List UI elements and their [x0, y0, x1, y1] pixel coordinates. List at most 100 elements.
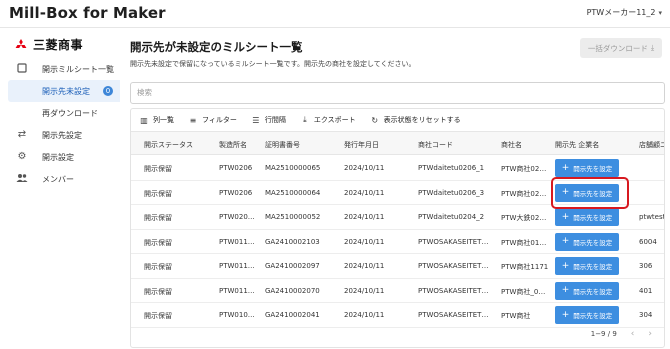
- column-header[interactable]: 開示先 企業名: [555, 140, 599, 150]
- data-grid: ▥ 列一覧 ≡ フィルター ☰ 行間隔 ⤓ エクスポート ↻ 表示状態をリセット…: [130, 108, 665, 348]
- export-button[interactable]: ⤓ エクスポート: [300, 115, 356, 125]
- set-disclosure-target-button[interactable]: + 開示先を設定: [555, 257, 619, 275]
- set-disclosure-target-button[interactable]: + 開示先を設定: [555, 232, 619, 251]
- sidebar-item-disclosure-settings[interactable]: ⚙ 開示設定: [0, 146, 120, 168]
- highlight-annotation: [551, 177, 629, 209]
- density-icon: ☰: [252, 115, 260, 125]
- top-bar: Mill-Box for Maker PTWメーカー11_2 ▾: [0, 0, 670, 28]
- cell-shop: 306: [639, 262, 653, 270]
- plus-icon: +: [561, 285, 570, 295]
- set-button-label: 開示先を設定: [573, 165, 613, 173]
- cell-trader: PTW商社01…: [501, 238, 547, 247]
- set-button-label: 開示先を設定: [573, 312, 613, 320]
- cell-date: 2024/10/11: [344, 262, 385, 270]
- cell-status: 開示保留: [144, 263, 172, 271]
- set-button-label: 開示先を設定: [573, 263, 613, 271]
- cell-status: 開示保留: [144, 189, 172, 198]
- cell-code: PTWOSAKASEITET…: [418, 286, 489, 295]
- sidebar-item-disclosed-list[interactable]: 開示ミルシート一覧: [0, 58, 120, 80]
- sidebar-item-label: 開示先設定: [42, 131, 82, 140]
- cell-code: PTWOSAKASEITET…: [418, 237, 489, 246]
- cell-maker: PTW010…: [219, 311, 255, 319]
- column-header[interactable]: 証明書番号: [265, 140, 300, 150]
- prev-page-icon[interactable]: ‹: [631, 329, 635, 339]
- search-input[interactable]: [137, 88, 658, 97]
- table-row[interactable]: 開示保留 PTW011… GA2410002097 2024/10/11 PTWOSAK…: [131, 254, 664, 279]
- cell-cert: GA2410002041: [265, 311, 320, 319]
- set-disclosure-target-button[interactable]: + 開示先を設定: [555, 281, 619, 300]
- set-disclosure-target-button[interactable]: + 開示先を設定: [555, 208, 619, 226]
- sidebar-item-label: 開示先未設定: [42, 87, 90, 96]
- set-button-label: 開示先を設定: [573, 287, 613, 296]
- filter-button[interactable]: ≡ フィルター: [188, 115, 237, 125]
- plus-icon: +: [561, 309, 570, 320]
- plus-icon: +: [561, 236, 570, 246]
- export-icon: ⤓: [303, 115, 307, 124]
- column-header[interactable]: 商社名: [501, 140, 522, 150]
- reset-view-button[interactable]: ↻ 表示状態をリセットする: [370, 115, 460, 125]
- table-row[interactable]: 開示保留 PTW011… GA2410002070 2024/10/11 PTWOSAK…: [131, 279, 664, 303]
- cell-code: PTWdaitetu0206_3: [418, 188, 485, 197]
- next-page-icon[interactable]: ›: [648, 329, 652, 339]
- sidebar-item-unset[interactable]: 開示先未設定 0: [8, 80, 120, 102]
- cell-trader: PTW商社1171: [501, 263, 549, 271]
- table-header: 開示ステータス 製造所名 証明書番号 発行年月日 商社コード 商社名 開示先 企…: [131, 131, 664, 155]
- sidebar-item-label: メンバー: [42, 175, 74, 184]
- cell-date: 2024/10/11: [344, 213, 385, 221]
- grid-toolbar: ▥ 列一覧 ≡ フィルター ☰ 行間隔 ⤓ エクスポート ↻ 表示状態をリセット…: [131, 109, 664, 131]
- sidebar: 三菱商事 開示ミルシート一覧 開示先未設定 0 再ダウンロード ⇄ 開示先設定 …: [0, 28, 120, 349]
- brand-name: 三菱商事: [33, 38, 84, 52]
- main-content: 開示先が未設定のミルシート一覧 開示先未設定で保留になっているミルシート一覧です…: [120, 28, 670, 349]
- cell-cert: MA2510000064: [265, 188, 321, 197]
- cell-shop: 304: [639, 311, 653, 319]
- table-row[interactable]: 開示保留 PTW010… GA2410002041 2024/10/11 PTWOSAK…: [131, 303, 664, 328]
- sidebar-item-disclosure-target[interactable]: ⇄ 開示先設定: [0, 124, 120, 146]
- column-header[interactable]: 製造所名: [219, 140, 247, 150]
- columns-button[interactable]: ▥ 列一覧: [139, 115, 174, 125]
- table-row[interactable]: 開示保留 PTW011… GA2410002103 2024/10/11 PTWOSAK…: [131, 230, 664, 254]
- cell-cert: GA2410002103: [265, 237, 320, 246]
- cell-shop: 401: [639, 286, 653, 295]
- column-header[interactable]: 発行年月日: [344, 140, 379, 150]
- cell-date: 2024/10/11: [344, 164, 385, 172]
- brand: 三菱商事: [14, 36, 83, 53]
- set-disclosure-target-button[interactable]: + 開示先を設定: [555, 159, 619, 177]
- cell-trader: PTW商社02…: [501, 189, 547, 198]
- cell-trader: PTW大鉄02…: [501, 214, 547, 222]
- cell-status: 開示保留: [144, 238, 172, 247]
- sidebar-item-redownload[interactable]: 再ダウンロード: [0, 102, 120, 124]
- download-icon: ⤓: [650, 43, 655, 52]
- user-menu[interactable]: PTWメーカー11_2 ▾: [587, 7, 662, 18]
- swap-icon: ⇄: [17, 129, 27, 140]
- cell-status: 開示保留: [144, 287, 172, 296]
- count-badge: 0: [103, 86, 113, 96]
- cell-trader: PTW商社02…: [501, 165, 547, 173]
- pagination: 1−9 / 9 ‹ ›: [591, 329, 652, 339]
- app-title: Mill-Box for Maker: [9, 4, 166, 22]
- cell-trader: PTW商社_0…: [501, 287, 546, 296]
- density-button[interactable]: ☰ 行間隔: [251, 115, 286, 125]
- cell-code: PTWdaitetu0204_2: [418, 213, 485, 221]
- cell-status: 開示保留: [144, 165, 172, 173]
- set-disclosure-target-button[interactable]: + 開示先を設定: [555, 306, 619, 324]
- three-diamonds-logo-icon: [15, 38, 27, 48]
- cell-status: 開示保留: [144, 214, 172, 222]
- bulk-download-button[interactable]: 一括ダウンロード ⤓: [580, 38, 662, 58]
- cell-maker: PTW011…: [219, 237, 255, 246]
- search-field[interactable]: [130, 82, 665, 104]
- column-header[interactable]: 商社コード: [418, 140, 453, 150]
- plus-icon: +: [561, 260, 570, 271]
- columns-icon: ▥: [140, 115, 148, 125]
- cell-cert: GA2410002097: [265, 262, 320, 270]
- gear-icon: ⚙: [17, 151, 27, 162]
- sidebar-item-members[interactable]: メンバー: [0, 168, 120, 190]
- people-icon: [16, 173, 28, 185]
- cell-maker: PTW011…: [219, 286, 255, 295]
- cell-code: PTWdaitetu0206_1: [418, 164, 485, 172]
- cell-code: PTWOSAKASEITET…: [418, 311, 489, 319]
- cell-maker: PTW011…: [219, 262, 255, 270]
- sidebar-item-label: 開示ミルシート一覧: [42, 65, 114, 74]
- column-header[interactable]: 開示ステータス: [144, 140, 193, 150]
- plus-icon: +: [561, 211, 570, 222]
- column-header[interactable]: 店舗顧ニ: [639, 140, 664, 150]
